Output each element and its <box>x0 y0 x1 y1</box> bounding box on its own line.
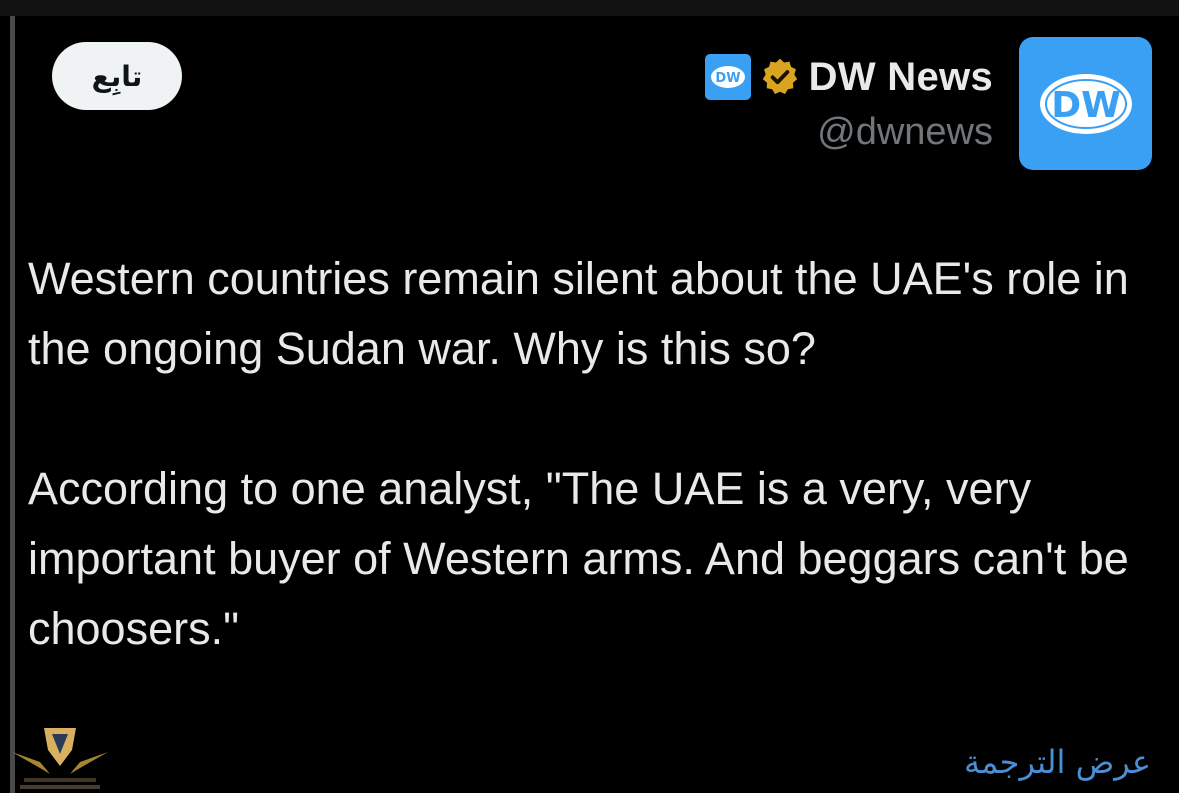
account-name-row[interactable]: DW DW News <box>704 52 993 102</box>
dw-affiliate-badge-icon: DW <box>704 54 751 100</box>
dw-mini-logo-text: DW <box>715 71 740 86</box>
tweet-body: Western countries remain silent about th… <box>28 244 1168 664</box>
avatar[interactable]: DW <box>1019 37 1152 170</box>
tweet-paragraph-2: According to one analyst, "The UAE is a … <box>28 463 1129 654</box>
forum-watermark-logo <box>12 728 108 789</box>
top-strip <box>0 0 1179 16</box>
verified-badge-icon <box>762 58 797 94</box>
display-name[interactable]: DW News <box>809 52 993 102</box>
tweet-paragraph-1: Western countries remain silent about th… <box>28 253 1129 374</box>
dw-mini-logo: DW <box>710 66 745 88</box>
dw-logo-text: DW <box>1051 85 1121 126</box>
show-translation-link[interactable]: عرض الترجمة <box>964 740 1151 784</box>
dw-logo-icon: DW <box>1039 73 1132 134</box>
account-handle[interactable]: @dwnews <box>817 110 993 154</box>
thread-rail <box>10 16 15 793</box>
follow-button[interactable]: تابِع <box>52 42 182 110</box>
